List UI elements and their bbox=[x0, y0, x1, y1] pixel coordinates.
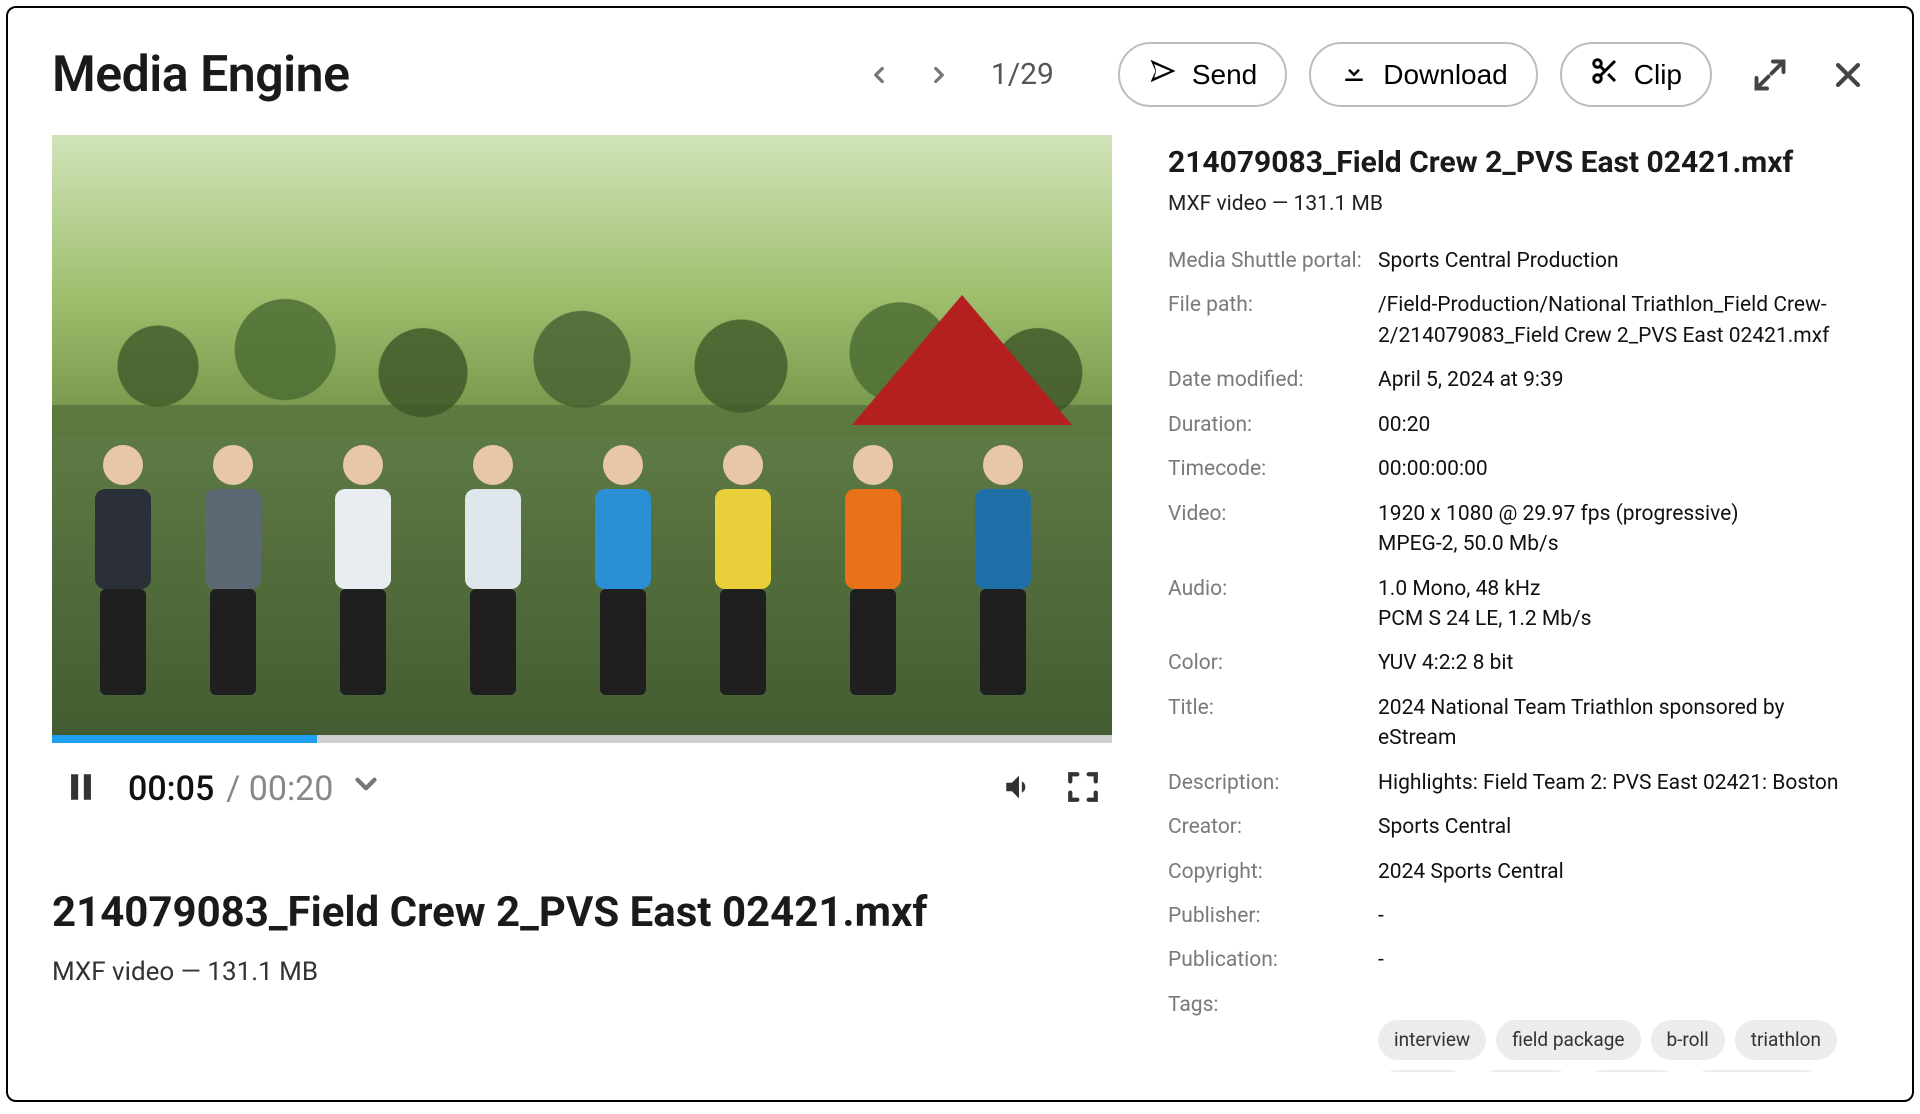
time-current: 00:05 bbox=[128, 769, 214, 809]
progress-bar[interactable] bbox=[52, 735, 1112, 743]
meta-row-title: Title: 2024 National Team Triathlon spon… bbox=[1168, 693, 1868, 754]
meta-value: 1920 x 1080 @ 29.97 fps (progressive) MP… bbox=[1378, 499, 1868, 560]
tag[interactable]: b-roll bbox=[1651, 1020, 1725, 1060]
meta-row-color: Color: YUV 4:2:2 8 bit bbox=[1168, 648, 1868, 678]
meta-label: Video: bbox=[1168, 499, 1378, 560]
meta-label: Media Shuttle portal: bbox=[1168, 246, 1378, 276]
meta-value: YUV 4:2:2 8 bit bbox=[1378, 648, 1868, 678]
meta-value: /Field-Production/National Triathlon_Fie… bbox=[1378, 290, 1868, 351]
meta-row-copyright: Copyright: 2024 Sports Central bbox=[1168, 857, 1868, 887]
download-label: Download bbox=[1383, 59, 1508, 91]
progress-fill bbox=[52, 735, 317, 743]
meta-label: File path: bbox=[1168, 290, 1378, 351]
time-display: 00:05 / 00:20 bbox=[128, 767, 383, 810]
meta-label: Creator: bbox=[1168, 812, 1378, 842]
prev-item-button[interactable] bbox=[863, 59, 895, 91]
next-item-button[interactable] bbox=[923, 59, 955, 91]
tag[interactable]: triathlon bbox=[1735, 1020, 1837, 1060]
video-surface[interactable] bbox=[52, 135, 1112, 735]
meta-file-subtitle: MXF video — 131.1 MB bbox=[1168, 192, 1868, 216]
meta-label: Tags: bbox=[1168, 990, 1378, 1072]
meta-row-filepath: File path: /Field-Production/National Tr… bbox=[1168, 290, 1868, 351]
volume-button[interactable] bbox=[1002, 770, 1036, 808]
fullscreen-button[interactable] bbox=[1066, 770, 1100, 808]
scissors-icon bbox=[1590, 56, 1620, 93]
meta-value: 00:20 bbox=[1378, 410, 1868, 440]
meta-label: Color: bbox=[1168, 648, 1378, 678]
download-icon bbox=[1339, 56, 1369, 93]
player-controls: 00:05 / 00:20 bbox=[52, 743, 1112, 810]
meta-label: Title: bbox=[1168, 693, 1378, 754]
close-button[interactable] bbox=[1828, 55, 1868, 95]
meta-row-duration: Duration: 00:20 bbox=[1168, 410, 1868, 440]
meta-row-audio: Audio: 1.0 Mono, 48 kHz PCM S 24 LE, 1.2… bbox=[1168, 574, 1868, 635]
tag[interactable]: field package bbox=[1496, 1020, 1640, 1060]
tag[interactable]: competition bbox=[1690, 1070, 1823, 1072]
meta-value: Sports Central bbox=[1378, 812, 1868, 842]
metadata-pane: 214079083_Field Crew 2_PVS East 02421.mx… bbox=[1168, 135, 1868, 1072]
meta-row-publisher: Publisher: - bbox=[1168, 901, 1868, 931]
send-label: Send bbox=[1192, 59, 1257, 91]
item-counter: 1/29 bbox=[991, 57, 1054, 92]
meta-value: - bbox=[1378, 945, 1868, 975]
meta-label: Audio: bbox=[1168, 574, 1378, 635]
meta-value: 2024 Sports Central bbox=[1378, 857, 1868, 887]
tag[interactable]: running bbox=[1478, 1070, 1574, 1072]
file-subtitle: MXF video — 131.1 MB bbox=[52, 957, 1112, 987]
time-dropdown[interactable] bbox=[349, 767, 383, 810]
tag[interactable]: athlete bbox=[1378, 1070, 1468, 1072]
meta-label: Date modified: bbox=[1168, 365, 1378, 395]
pager bbox=[863, 59, 955, 91]
meta-label: Publisher: bbox=[1168, 901, 1378, 931]
meta-value: 2024 National Team Triathlon sponsored b… bbox=[1378, 693, 1868, 754]
download-button[interactable]: Download bbox=[1309, 42, 1538, 107]
meta-row-description: Description: Highlights: Field Team 2: P… bbox=[1168, 768, 1868, 798]
tag[interactable]: interview bbox=[1378, 1020, 1486, 1060]
file-title: 214079083_Field Crew 2_PVS East 02421.mx… bbox=[52, 888, 1112, 937]
clip-label: Clip bbox=[1634, 59, 1682, 91]
send-button[interactable]: Send bbox=[1118, 42, 1287, 107]
meta-row-tags: Tags: interviewfield package b-rolltriath… bbox=[1168, 990, 1868, 1072]
meta-row-timecode: Timecode: 00:00:00:00 bbox=[1168, 454, 1868, 484]
meta-value: Sports Central Production bbox=[1378, 246, 1868, 276]
time-total: 00:20 bbox=[249, 769, 334, 809]
meta-value: 1.0 Mono, 48 kHz PCM S 24 LE, 1.2 Mb/s bbox=[1378, 574, 1868, 635]
meta-value: - bbox=[1378, 901, 1868, 931]
meta-row-date: Date modified: April 5, 2024 at 9:39 bbox=[1168, 365, 1868, 395]
tag[interactable]: runners bbox=[1584, 1070, 1680, 1072]
action-buttons: Send Download Clip bbox=[1118, 42, 1868, 107]
meta-label: Timecode: bbox=[1168, 454, 1378, 484]
clip-button[interactable]: Clip bbox=[1560, 42, 1712, 107]
meta-label: Duration: bbox=[1168, 410, 1378, 440]
meta-row-video: Video: 1920 x 1080 @ 29.97 fps (progress… bbox=[1168, 499, 1868, 560]
meta-row-creator: Creator: Sports Central bbox=[1168, 812, 1868, 842]
meta-label: Publication: bbox=[1168, 945, 1378, 975]
player-pane: 00:05 / 00:20 214079083_Field Crew 2_PVS… bbox=[52, 135, 1112, 1072]
meta-value: April 5, 2024 at 9:39 bbox=[1378, 365, 1868, 395]
send-icon bbox=[1148, 56, 1178, 93]
meta-label: Copyright: bbox=[1168, 857, 1378, 887]
meta-value: Highlights: Field Team 2: PVS East 02421… bbox=[1378, 768, 1868, 798]
app-title: Media Engine bbox=[52, 46, 349, 104]
pause-button[interactable] bbox=[64, 770, 98, 808]
meta-row-portal: Media Shuttle portal: Sports Central Pro… bbox=[1168, 246, 1868, 276]
expand-button[interactable] bbox=[1750, 55, 1790, 95]
tag-list: interviewfield package b-rolltriathlon ath… bbox=[1378, 1020, 1868, 1072]
meta-row-publication: Publication: - bbox=[1168, 945, 1868, 975]
meta-label: Description: bbox=[1168, 768, 1378, 798]
meta-file-title: 214079083_Field Crew 2_PVS East 02421.mx… bbox=[1168, 145, 1868, 180]
header-bar: Media Engine 1/29 Send Download bbox=[52, 42, 1868, 107]
meta-value: 00:00:00:00 bbox=[1378, 454, 1868, 484]
